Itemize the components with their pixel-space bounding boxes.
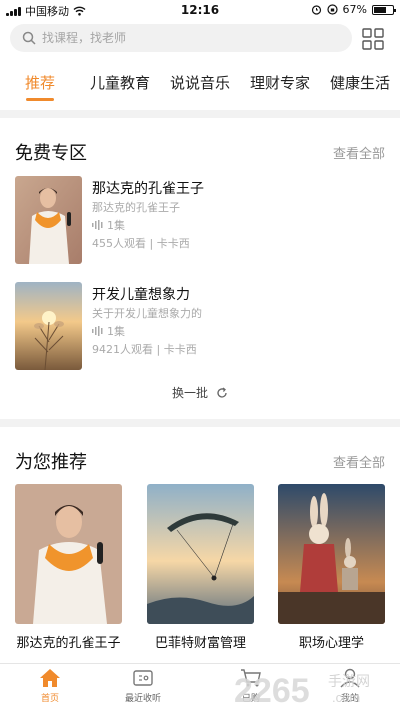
course-subtitle: 关于开发儿童想象力的 xyxy=(92,307,202,320)
tabbar-recent[interactable]: 最近收听 xyxy=(103,668,183,704)
tabbar-home[interactable]: 首页 xyxy=(10,668,90,704)
recommend-card[interactable]: 职场心理学 xyxy=(278,484,385,651)
free-course-item[interactable]: 那达克的孔雀王子 那达克的孔雀王子 1集 455人观看 | 卡卡西 xyxy=(15,176,385,264)
home-icon xyxy=(40,669,60,687)
tab-health[interactable]: 健康生活 xyxy=(330,72,390,93)
recommend-see-all-link[interactable]: 查看全部 xyxy=(333,452,385,471)
course-meta: 9421人观看 | 卡卡西 xyxy=(92,343,197,356)
battery-icon xyxy=(372,4,396,15)
course-episodes: 1集 xyxy=(92,323,125,339)
search-input[interactable] xyxy=(42,31,322,45)
status-right: 67% xyxy=(311,3,396,16)
orientation-lock-icon xyxy=(326,4,338,15)
tab-children-education[interactable]: 儿童教育 xyxy=(90,72,150,93)
refresh-icon xyxy=(217,386,227,398)
watermark-domain: .com xyxy=(332,690,360,705)
course-thumbnail xyxy=(15,282,82,370)
recommend-thumbnail xyxy=(147,484,254,624)
tab-finance[interactable]: 理财专家 xyxy=(250,72,310,93)
refresh-label: 换一批 xyxy=(171,386,208,400)
free-section-title: 免费专区 xyxy=(15,143,87,164)
recent-listening-icon xyxy=(133,670,153,686)
recommend-card[interactable]: 那达克的孔雀王子 xyxy=(15,484,122,651)
alarm-icon xyxy=(311,5,321,15)
free-see-all-link[interactable]: 查看全部 xyxy=(333,143,385,162)
section-divider xyxy=(0,419,400,427)
recommend-thumbnail xyxy=(15,484,122,624)
recommend-title: 职场心理学 xyxy=(298,636,364,651)
watermark-brand: 2265 xyxy=(234,672,310,708)
section-divider xyxy=(0,110,400,118)
recommend-card[interactable]: 巴菲特财富管理 xyxy=(147,484,254,651)
course-episodes: 1集 xyxy=(92,217,125,233)
episode-count: 1集 xyxy=(107,219,125,232)
recommend-thumbnail xyxy=(278,484,385,624)
recommend-title: 巴菲特财富管理 xyxy=(154,636,246,651)
status-bar: 中国移动 12:16 67% xyxy=(0,0,400,20)
course-title: 开发儿童想象力 xyxy=(92,287,190,303)
refresh-batch-button[interactable]: 换一批 xyxy=(0,384,400,401)
search-bar[interactable] xyxy=(10,24,352,52)
battery-percent: 67% xyxy=(342,3,367,16)
search-icon xyxy=(22,31,36,45)
audio-wave-icon xyxy=(92,326,103,336)
course-title: 那达克的孔雀王子 xyxy=(92,181,204,197)
active-tab-indicator xyxy=(26,98,54,101)
free-course-item[interactable]: 开发儿童想象力 关于开发儿童想象力的 1集 9421人观看 | 卡卡西 xyxy=(15,282,385,370)
course-thumbnail xyxy=(15,176,82,264)
course-subtitle: 那达克的孔雀王子 xyxy=(92,201,180,214)
site-watermark: 2265 手游网 .com xyxy=(234,672,370,708)
audio-wave-icon xyxy=(92,220,103,230)
watermark-site: 手游网 xyxy=(328,674,370,690)
course-meta: 455人观看 | 卡卡西 xyxy=(92,237,190,250)
tabbar-label: 最近收听 xyxy=(124,694,161,704)
episode-count: 1集 xyxy=(107,325,125,338)
tabbar-label: 首页 xyxy=(40,694,59,704)
tab-music[interactable]: 说说音乐 xyxy=(170,72,230,93)
tab-recommend[interactable]: 推荐 xyxy=(25,72,55,93)
category-tabs: 推荐 儿童教育 说说音乐 理财专家 健康生活 xyxy=(0,62,400,104)
recommend-section-title: 为您推荐 xyxy=(15,452,87,473)
recommend-title: 那达克的孔雀王子 xyxy=(16,636,121,651)
category-grid-icon[interactable] xyxy=(362,28,384,50)
